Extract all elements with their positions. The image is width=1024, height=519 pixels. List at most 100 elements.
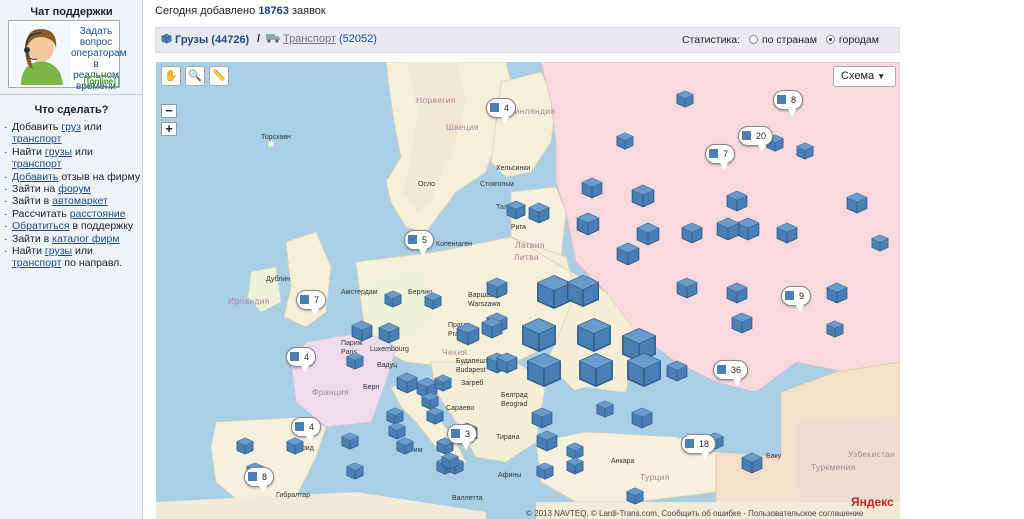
cargo-cube-icon[interactable] bbox=[796, 142, 814, 160]
cargo-cube-icon[interactable] bbox=[871, 234, 889, 252]
todo-link[interactable]: Добавить bbox=[12, 171, 58, 183]
cargo-cube-icon[interactable] bbox=[631, 407, 653, 429]
cargo-cube-icon[interactable] bbox=[731, 312, 753, 334]
cargo-cube-icon[interactable] bbox=[826, 282, 848, 304]
todo-text: Рассчитать bbox=[12, 207, 70, 220]
cargo-cube-icon[interactable] bbox=[681, 222, 703, 244]
cluster-count-bubble[interactable]: 3 bbox=[447, 424, 478, 450]
cargo-cube-icon[interactable] bbox=[496, 352, 518, 374]
cluster-count-bubble[interactable]: 18 bbox=[681, 434, 717, 460]
cluster-count-bubble[interactable]: 9 bbox=[781, 286, 812, 312]
cluster-count-bubble[interactable]: 5 bbox=[404, 230, 435, 256]
cargo-cube-icon[interactable] bbox=[581, 177, 603, 199]
cargo-cube-icon[interactable] bbox=[716, 217, 740, 241]
cargo-cube-icon[interactable] bbox=[481, 317, 503, 339]
cargo-cube-icon[interactable] bbox=[526, 352, 562, 388]
cargo-cube-icon[interactable] bbox=[396, 372, 418, 394]
zoom-in-button[interactable]: + bbox=[161, 122, 177, 136]
cluster-count-bubble[interactable]: 8 bbox=[773, 90, 804, 116]
cargo-cube-icon[interactable] bbox=[826, 320, 844, 338]
ruler-tool[interactable]: 📏 bbox=[209, 66, 229, 86]
cargo-cube-icon[interactable] bbox=[566, 274, 600, 308]
tab-cargo[interactable]: Грузы (44726) bbox=[161, 33, 249, 46]
cluster-count-bubble[interactable]: 7 bbox=[705, 144, 736, 170]
todo-link[interactable]: транспорт bbox=[12, 133, 61, 145]
cluster-count-bubble[interactable]: 20 bbox=[738, 126, 774, 152]
cargo-cube-icon[interactable] bbox=[846, 192, 868, 214]
city-label: Копенгаген bbox=[436, 241, 472, 248]
cargo-cube-icon[interactable] bbox=[616, 132, 634, 150]
todo-link[interactable]: расстояние bbox=[70, 208, 126, 220]
cargo-cube-icon[interactable] bbox=[726, 282, 748, 304]
cargo-cube-icon[interactable] bbox=[521, 317, 557, 353]
todo-text: или bbox=[72, 245, 93, 258]
todo-link[interactable]: Обратиться bbox=[12, 220, 70, 232]
cargo-cube-icon[interactable] bbox=[726, 190, 748, 212]
cargo-cube-icon[interactable] bbox=[576, 212, 600, 236]
cargo-cube-icon[interactable] bbox=[741, 452, 763, 474]
pan-hand-tool[interactable]: ✋ bbox=[161, 66, 181, 86]
todo-link[interactable]: форум bbox=[58, 183, 91, 195]
cargo-cube-icon[interactable] bbox=[341, 432, 359, 450]
cargo-cube-icon[interactable] bbox=[441, 452, 459, 470]
cargo-cube-icon[interactable] bbox=[286, 437, 304, 455]
radio-by-country[interactable] bbox=[748, 35, 758, 44]
cargo-cube-icon[interactable] bbox=[566, 457, 584, 475]
cargo-cube-icon[interactable] bbox=[426, 407, 444, 425]
cargo-cube-icon[interactable] bbox=[346, 462, 364, 480]
todo-link[interactable]: транспорт bbox=[12, 257, 61, 269]
cluster-count-bubble[interactable]: 8 bbox=[244, 467, 275, 493]
cargo-cube-icon[interactable] bbox=[536, 430, 558, 452]
cargo-cube-icon[interactable] bbox=[236, 437, 254, 455]
radio-by-country-label[interactable]: по странам bbox=[762, 34, 817, 46]
city-label: Афины bbox=[498, 472, 522, 479]
cargo-cube-icon[interactable] bbox=[384, 290, 402, 308]
map-view[interactable]: Норвегия Финляндия Швеция Латвия Литва И… bbox=[156, 62, 900, 519]
todo-link[interactable]: автомаркет bbox=[52, 195, 108, 207]
cluster-count: 7 bbox=[314, 295, 320, 305]
todo-link[interactable]: грузы bbox=[45, 245, 72, 257]
todo-item: Обратиться в поддержку bbox=[4, 220, 142, 233]
cluster-count-bubble[interactable]: 4 bbox=[291, 417, 322, 443]
todo-link[interactable]: транспорт bbox=[12, 158, 61, 170]
cargo-cube-icon[interactable] bbox=[531, 407, 553, 429]
support-chat-widget[interactable]: Задать вопрос операторам в реальном врем… bbox=[8, 20, 126, 92]
todo-link[interactable]: каталог фирм bbox=[52, 233, 119, 245]
cargo-cube-icon[interactable] bbox=[424, 292, 442, 310]
todo-link[interactable]: груз bbox=[61, 121, 81, 133]
cluster-count-bubble[interactable]: 4 bbox=[286, 347, 317, 373]
cargo-cube-icon[interactable] bbox=[378, 322, 400, 344]
cargo-cube-icon[interactable] bbox=[676, 90, 694, 108]
tab-transport[interactable]: Транспорт (52052) bbox=[266, 33, 377, 45]
zoom-area-tool[interactable]: 🔍 bbox=[185, 66, 205, 86]
cargo-cube-icon[interactable] bbox=[676, 277, 698, 299]
todo-text: Зайти в bbox=[12, 195, 53, 208]
cargo-cube-icon[interactable] bbox=[576, 317, 612, 353]
cargo-cube-icon[interactable] bbox=[578, 352, 614, 388]
map-type-dropdown[interactable]: Схема ▼ bbox=[833, 66, 896, 87]
cargo-cube-icon[interactable] bbox=[434, 374, 452, 392]
cargo-cube-icon[interactable] bbox=[626, 352, 662, 388]
cargo-cube-icon[interactable] bbox=[666, 360, 688, 382]
radio-by-city[interactable] bbox=[825, 35, 835, 44]
cargo-cube-icon[interactable] bbox=[486, 277, 508, 299]
radio-by-city-label[interactable]: городам bbox=[839, 34, 879, 46]
cargo-cube-icon[interactable] bbox=[626, 487, 644, 505]
cargo-cube-icon[interactable] bbox=[528, 202, 550, 224]
cargo-cube-icon[interactable] bbox=[506, 200, 526, 220]
cargo-cube-icon[interactable] bbox=[596, 400, 614, 418]
cargo-cube-icon[interactable] bbox=[396, 437, 414, 455]
todo-link[interactable]: грузы bbox=[45, 146, 72, 158]
cluster-count-bubble[interactable]: 36 bbox=[713, 360, 749, 386]
cluster-count-bubble[interactable]: 7 bbox=[296, 290, 327, 316]
cargo-cube-icon[interactable] bbox=[456, 322, 480, 346]
zoom-out-button[interactable]: − bbox=[161, 104, 177, 118]
cargo-cube-icon[interactable] bbox=[351, 320, 373, 342]
cargo-cube-icon[interactable] bbox=[616, 242, 640, 266]
sidebar-divider bbox=[0, 94, 143, 95]
cargo-cube-icon[interactable] bbox=[536, 462, 554, 480]
cargo-cube-icon[interactable] bbox=[631, 184, 655, 208]
cluster-count-bubble[interactable]: 4 bbox=[486, 98, 517, 124]
cargo-cube-icon[interactable] bbox=[346, 352, 364, 370]
cargo-cube-icon[interactable] bbox=[776, 222, 798, 244]
